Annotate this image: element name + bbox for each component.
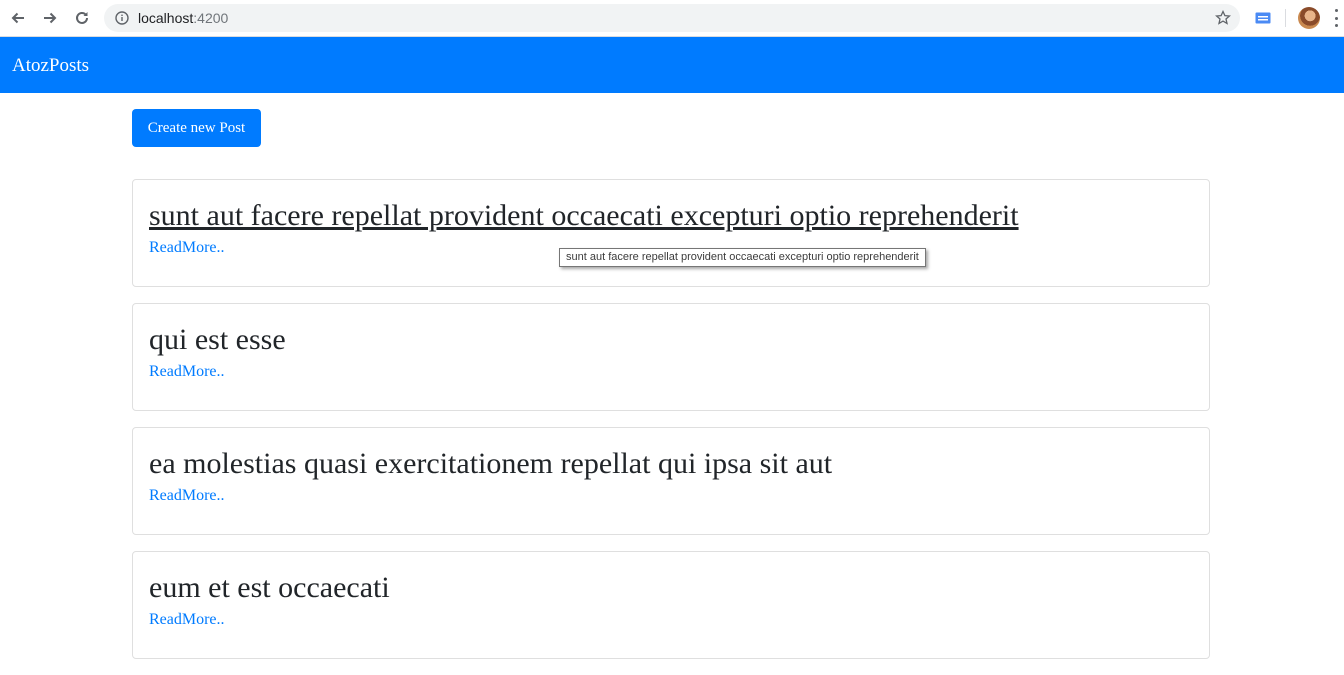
title-tooltip: sunt aut facere repellat provident occae… — [559, 248, 926, 267]
back-arrow-icon — [11, 12, 24, 24]
post-title[interactable]: eum et est occaecati — [149, 570, 390, 606]
forward-arrow-icon — [44, 12, 57, 24]
app-navbar: AtozPosts — [0, 37, 1344, 93]
extension-icon[interactable] — [1255, 11, 1271, 25]
post-card: eum et est occaecati ReadMore.. — [132, 551, 1210, 659]
toolbar-divider — [1285, 9, 1286, 27]
address-bar[interactable]: localhost:4200 — [104, 4, 1240, 32]
info-icon[interactable] — [114, 10, 130, 26]
forward-button[interactable] — [39, 7, 61, 29]
back-button[interactable] — [7, 7, 29, 29]
post-card: qui est esse ReadMore.. — [132, 303, 1210, 411]
url-text: localhost:4200 — [138, 10, 228, 26]
reload-button[interactable] — [71, 7, 93, 29]
browser-menu-icon[interactable] — [1332, 9, 1340, 27]
bookmark-star-icon[interactable] — [1214, 9, 1232, 27]
post-title[interactable]: qui est esse — [149, 322, 286, 358]
url-host: localhost — [138, 10, 194, 26]
reload-icon — [76, 11, 88, 24]
post-title[interactable]: sunt aut facere repellat provident occae… — [149, 198, 1019, 234]
readmore-link[interactable]: ReadMore.. — [149, 486, 1193, 506]
brand-link[interactable]: AtozPosts — [12, 55, 89, 77]
browser-toolbar: localhost:4200 — [0, 0, 1344, 37]
readmore-link[interactable]: ReadMore.. — [149, 362, 1193, 382]
readmore-link[interactable]: ReadMore.. — [149, 610, 1193, 630]
profile-avatar[interactable] — [1298, 7, 1320, 29]
url-port: :4200 — [193, 10, 229, 26]
create-post-button[interactable]: Create new Post — [132, 109, 261, 147]
post-card: ea molestias quasi exercitationem repell… — [132, 427, 1210, 535]
post-title[interactable]: ea molestias quasi exercitationem repell… — [149, 446, 832, 482]
post-card: sunt aut facere repellat provident occae… — [132, 179, 1210, 287]
